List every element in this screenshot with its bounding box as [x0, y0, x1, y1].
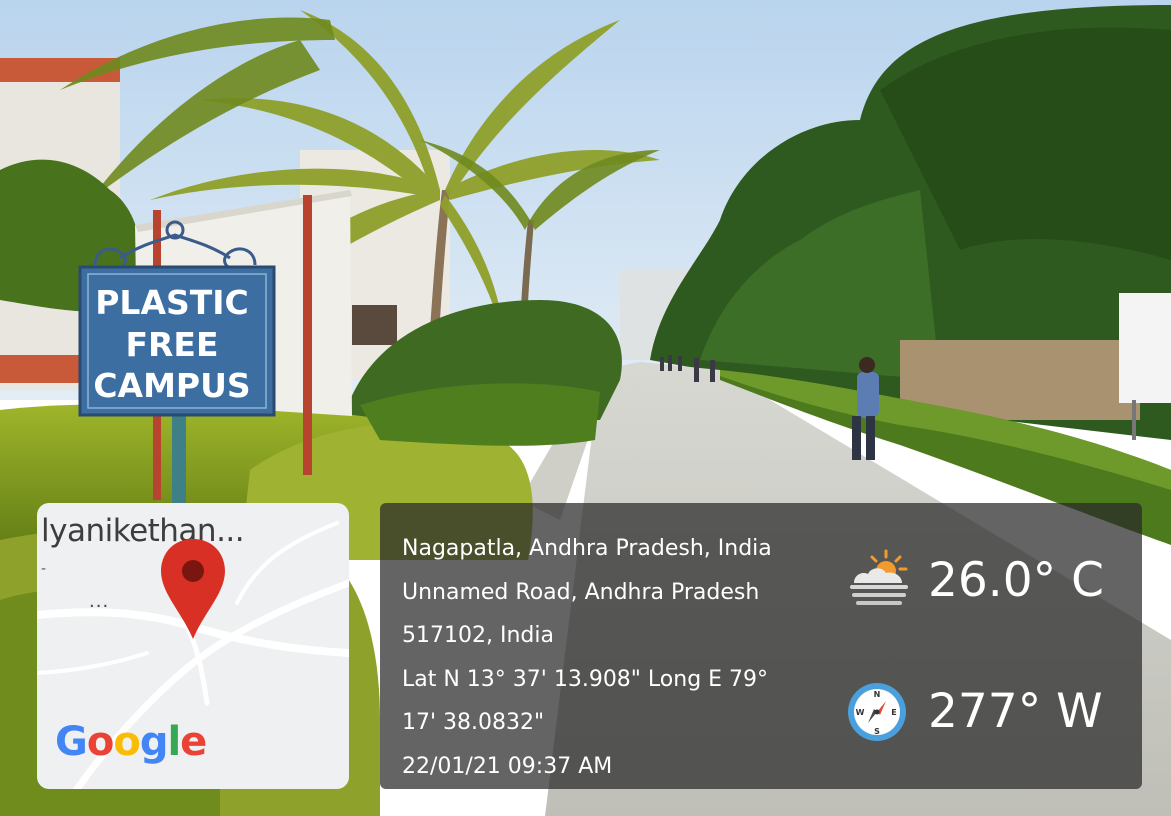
sign-line-plastic: PLASTIC: [95, 283, 249, 322]
address-block: Nagapatla, Andhra Pradesh, India Unnamed…: [402, 527, 862, 789]
map-dots: ...: [89, 591, 110, 612]
address-line-1: Nagapatla, Andhra Pradesh, India: [402, 536, 772, 561]
partly-sunny-icon: [850, 549, 908, 605]
address-line-3: 517102, India: [402, 623, 554, 649]
svg-text:N: N: [874, 690, 881, 699]
temperature-value: 26.0° C: [928, 553, 1104, 608]
sign-line-free: FREE: [125, 325, 218, 364]
map-pin-icon: [161, 539, 225, 639]
svg-text:W: W: [856, 708, 865, 717]
address-line-2: Unnamed Road, Andhra Pradesh: [402, 579, 760, 605]
svg-text:S: S: [874, 727, 880, 736]
compass-icon: N S W E: [848, 683, 906, 741]
location-info-panel: Nagapatla, Andhra Pradesh, India Unnamed…: [380, 503, 1142, 789]
map-dash: -: [41, 561, 47, 577]
timestamp: 22/01/21 09:37 AM: [402, 753, 613, 779]
coordinates-line-2: 17' 38.0832": [402, 710, 545, 736]
wind-direction-value: 277° W: [928, 684, 1103, 739]
coordinates-line-1: Lat N 13° 37' 13.908" Long E 79°: [402, 666, 769, 692]
google-logo: Google: [55, 719, 207, 765]
sign-line-campus: CAMPUS: [93, 366, 250, 405]
svg-text:E: E: [891, 708, 896, 717]
map-thumbnail[interactable]: lyanikethan... - ... Google: [37, 503, 349, 789]
